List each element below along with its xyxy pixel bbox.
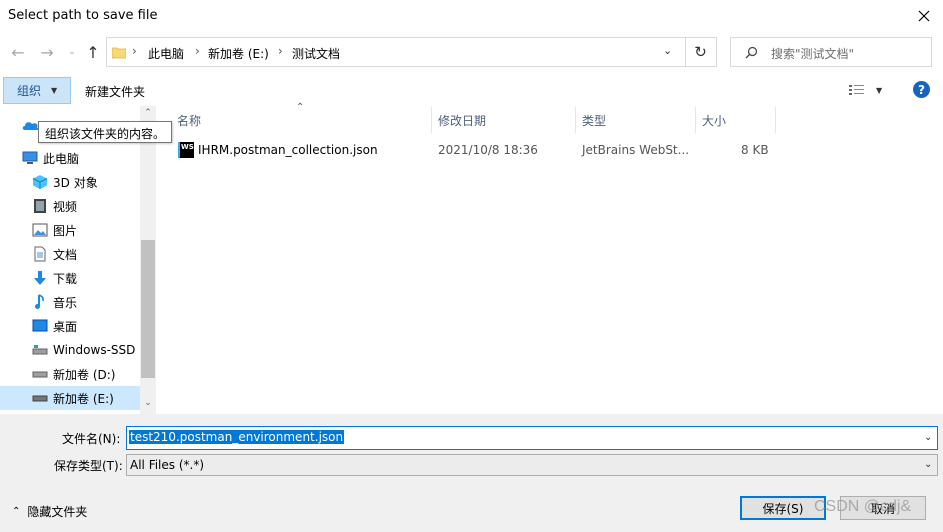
sidebar-item-label: 此电脑 bbox=[43, 151, 80, 166]
hide-folders-label: 隐藏文件夹 bbox=[27, 505, 88, 519]
sidebar-item-this-pc[interactable]: 此电脑 bbox=[0, 146, 140, 170]
forward-button[interactable]: → bbox=[37, 42, 57, 62]
view-options-button[interactable]: ▼ bbox=[848, 81, 888, 99]
arrow-right-icon: → bbox=[40, 42, 54, 62]
help-icon: ? bbox=[918, 82, 925, 97]
drive-icon bbox=[32, 342, 48, 358]
sidebar-item-3d-objects[interactable]: 3D 对象 bbox=[0, 170, 140, 194]
new-folder-button[interactable]: 新建文件夹 bbox=[85, 83, 145, 100]
sidebar-item-label: 新加卷 (E:) bbox=[53, 391, 114, 406]
sidebar-item-drive-d[interactable]: 新加卷 (D:) bbox=[0, 362, 140, 386]
scroll-down-button[interactable]: ⌄ bbox=[140, 398, 156, 412]
drive-icon bbox=[32, 390, 48, 406]
computer-icon bbox=[22, 150, 38, 166]
help-button[interactable]: ? bbox=[913, 81, 930, 98]
back-button[interactable]: ← bbox=[8, 42, 28, 62]
sidebar-item-label: 桌面 bbox=[53, 319, 78, 334]
column-header-type[interactable]: 类型 bbox=[576, 107, 696, 133]
sidebar-item-music[interactable]: 音乐 bbox=[0, 290, 140, 314]
filename-input[interactable]: test210.postman_environment.json ⌄ bbox=[126, 426, 938, 450]
watermark: CSDN @cdj& bbox=[814, 498, 912, 515]
up-button[interactable]: ↑ bbox=[83, 42, 103, 62]
close-button[interactable] bbox=[914, 6, 934, 26]
file-modified: 2021/10/8 18:36 bbox=[438, 143, 538, 157]
close-icon bbox=[918, 10, 930, 22]
search-icon bbox=[745, 46, 758, 59]
video-icon bbox=[32, 198, 48, 214]
file-type: JetBrains WebSt... bbox=[582, 143, 690, 157]
filetype-value: All Files (*.*) bbox=[130, 458, 205, 472]
details-view-icon bbox=[849, 85, 864, 95]
refresh-icon: ↻ bbox=[694, 43, 707, 61]
refresh-button[interactable]: ↻ bbox=[685, 37, 717, 67]
chevron-down-icon: ⌄ bbox=[924, 459, 933, 470]
filetype-label: 保存类型(T): bbox=[54, 459, 123, 473]
address-bar[interactable]: › 此电脑 › 新加卷 (E:) › 测试文档 ⌄ bbox=[106, 37, 686, 67]
arrow-up-icon: ↑ bbox=[86, 42, 100, 62]
breadcrumb-separator-icon: › bbox=[132, 44, 137, 58]
tooltip: 组织该文件夹的内容。 bbox=[38, 121, 173, 143]
window-title: Select path to save file bbox=[8, 8, 158, 23]
chevron-down-icon[interactable]: ⌄ bbox=[924, 432, 932, 443]
scroll-up-button[interactable]: ⌃ bbox=[140, 108, 156, 122]
documents-icon bbox=[32, 246, 48, 262]
chevron-down-icon: ⌄ bbox=[663, 44, 673, 57]
address-history-button[interactable]: ⌄ bbox=[663, 44, 672, 57]
search-placeholder: 搜索"测试文档" bbox=[771, 47, 855, 61]
sidebar-item-drive-e[interactable]: 新加卷 (E:) bbox=[0, 386, 140, 410]
column-header-modified[interactable]: 修改日期 bbox=[432, 107, 576, 133]
sidebar-item-downloads[interactable]: 下载 bbox=[0, 266, 140, 290]
3d-objects-icon bbox=[32, 174, 48, 190]
sidebar-item-label: 视频 bbox=[53, 199, 78, 214]
breadcrumb-separator-icon: › bbox=[278, 44, 283, 58]
music-icon bbox=[32, 294, 48, 310]
filetype-select[interactable]: All Files (*.*) ⌄ bbox=[126, 454, 938, 476]
sidebar-item-video[interactable]: 视频 bbox=[0, 194, 140, 218]
filename-label: 文件名(N): bbox=[62, 432, 121, 446]
scrollbar-thumb[interactable] bbox=[141, 240, 155, 378]
sidebar-item-label: 下载 bbox=[53, 271, 78, 286]
chevron-down-icon: ⌄ bbox=[68, 47, 76, 57]
caret-down-icon: ▼ bbox=[876, 85, 883, 95]
chevron-up-icon: ⌃ bbox=[144, 108, 152, 118]
recent-locations-button[interactable]: ⌄ bbox=[62, 42, 82, 62]
hide-folders-button[interactable]: ⌃ 隐藏文件夹 bbox=[12, 503, 87, 520]
caret-down-icon: ▼ bbox=[51, 86, 58, 95]
arrow-left-icon: ← bbox=[11, 42, 25, 62]
desktop-icon bbox=[32, 318, 48, 334]
column-header-size[interactable]: 大小 bbox=[696, 107, 776, 133]
breadcrumb-test-docs[interactable]: 测试文档 bbox=[292, 45, 340, 62]
drive-icon bbox=[32, 366, 48, 382]
file-size: 8 KB bbox=[741, 143, 769, 157]
sidebar-item-label: 图片 bbox=[53, 223, 78, 238]
sidebar-item-label: 3D 对象 bbox=[53, 175, 98, 190]
file-name: IHRM.postman_collection.json bbox=[198, 143, 378, 157]
pictures-icon bbox=[32, 222, 48, 238]
breadcrumb-separator-icon: › bbox=[195, 44, 200, 58]
breadcrumb-this-pc[interactable]: 此电脑 bbox=[148, 45, 184, 62]
download-icon bbox=[32, 270, 48, 286]
sidebar-item-label: 新加卷 (D:) bbox=[53, 367, 116, 382]
organize-label: 组织 bbox=[17, 84, 42, 98]
chevron-up-icon: ⌃ bbox=[12, 506, 21, 517]
sidebar-item-documents[interactable]: 文档 bbox=[0, 242, 140, 266]
title-bar: Select path to save file bbox=[0, 0, 943, 32]
sidebar-item-pictures[interactable]: 图片 bbox=[0, 218, 140, 242]
sidebar-item-label: 音乐 bbox=[53, 295, 78, 310]
webstorm-file-icon: WS bbox=[178, 142, 194, 158]
sidebar-item-label: 文档 bbox=[53, 247, 78, 262]
folder-icon bbox=[112, 47, 126, 59]
organize-button[interactable]: 组织 ▼ bbox=[3, 77, 71, 104]
filename-value: test210.postman_environment.json bbox=[129, 430, 345, 444]
chevron-down-icon: ⌄ bbox=[144, 398, 152, 408]
sidebar-item-windows-ssd[interactable]: Windows-SSD bbox=[0, 338, 140, 362]
column-header-name[interactable]: 名称 bbox=[171, 107, 432, 133]
search-input[interactable]: 搜索"测试文档" bbox=[730, 37, 932, 67]
sidebar-item-desktop[interactable]: 桌面 bbox=[0, 314, 140, 338]
breadcrumb-drive-e[interactable]: 新加卷 (E:) bbox=[208, 45, 269, 62]
sidebar-item-label: Windows-SSD bbox=[53, 343, 136, 357]
